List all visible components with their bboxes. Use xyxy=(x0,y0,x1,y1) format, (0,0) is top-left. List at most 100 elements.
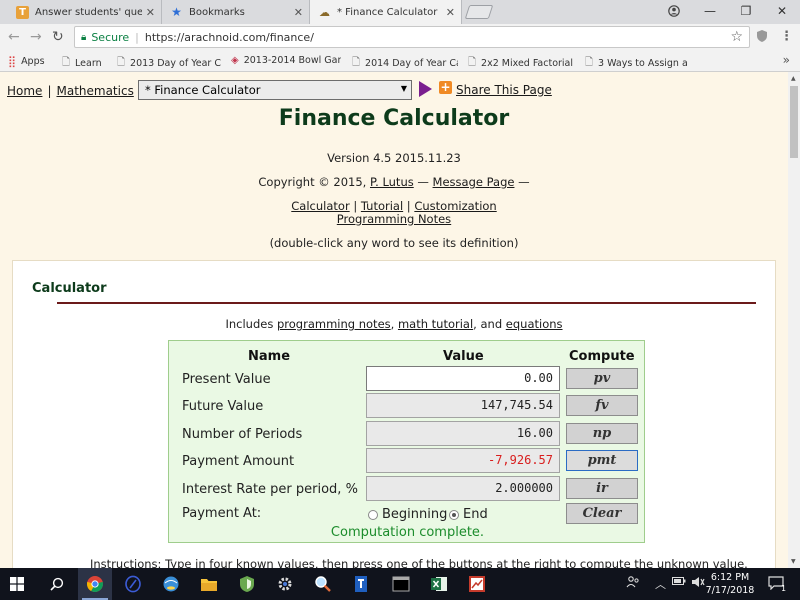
tab-title: Answer students' questio xyxy=(35,6,142,18)
divider: | xyxy=(135,30,139,44)
bookmark-label: Learn xyxy=(75,58,102,69)
app-red-chart-icon[interactable] xyxy=(460,568,494,600)
scroll-thumb[interactable] xyxy=(790,86,798,158)
payment-at-label: Payment At: xyxy=(182,506,262,521)
forward-icon[interactable]: → xyxy=(30,29,42,45)
tutorial-link[interactable]: Tutorial xyxy=(361,199,403,213)
clear-button[interactable]: Clear xyxy=(566,503,638,524)
message-page-link[interactable]: Message Page xyxy=(433,175,515,189)
programming-notes-link[interactable]: Programming Notes xyxy=(337,212,451,226)
tab-strip: T Answer students' questio ✕ ★ Bookmarks… xyxy=(0,0,800,24)
diamond-icon: ◈ xyxy=(231,55,239,66)
payment-amount-label: Payment Amount xyxy=(182,454,295,469)
app-shield-icon[interactable] xyxy=(230,568,264,600)
restore-icon[interactable]: ❐ xyxy=(728,0,764,22)
version-text: Version 4.5 2015.11.23 xyxy=(327,151,461,165)
equations-link[interactable]: equations xyxy=(506,317,563,331)
payment-end-radio[interactable]: End xyxy=(449,507,488,522)
app-orbit-icon[interactable] xyxy=(116,568,150,600)
bookmark-star-icon[interactable]: ☆ xyxy=(730,29,743,45)
bookmark-learn[interactable]: 🗋︎ Learn xyxy=(62,55,102,72)
payment-amount-input[interactable]: -7,926.57 xyxy=(366,448,560,473)
profile-icon[interactable] xyxy=(656,0,692,22)
terminal-icon[interactable] xyxy=(384,568,418,600)
close-icon[interactable]: ✕ xyxy=(446,6,455,19)
chrome-icon[interactable] xyxy=(78,568,112,600)
battery-icon[interactable] xyxy=(672,576,686,589)
magnifier-app-icon[interactable] xyxy=(306,568,340,600)
app-globe-icon[interactable] xyxy=(154,568,188,600)
more-bookmarks-icon[interactable]: » xyxy=(783,53,790,67)
url-text[interactable]: https://arachnoid.com/finance/ xyxy=(145,31,314,44)
excel-icon[interactable] xyxy=(422,568,456,600)
tray-overflow-chevron-icon[interactable]: ︿ xyxy=(655,576,666,592)
bookmark-2014-day-of-year[interactable]: 🗋︎ 2014 Day of Year Cal xyxy=(352,55,458,72)
page-select-dropdown[interactable]: * Finance Calculator ▼ xyxy=(138,80,412,100)
author-link[interactable]: P. Lutus xyxy=(370,175,414,189)
notification-count: 1 xyxy=(781,584,787,593)
web-page: Home | Mathematics | * Finance Calculato… xyxy=(0,72,788,568)
bookmark-label: Apps xyxy=(21,56,45,67)
people-icon[interactable] xyxy=(626,576,640,591)
present-value-label: Present Value xyxy=(182,372,271,387)
search-icon[interactable] xyxy=(40,568,74,600)
value-header: Value xyxy=(443,349,484,364)
bookmark-assign-d[interactable]: 🗋︎ 3 Ways to Assign a D xyxy=(585,55,691,72)
tab-answer-students[interactable]: T Answer students' questio ✕ xyxy=(8,0,162,24)
close-icon[interactable]: ✕ xyxy=(146,6,155,19)
copyright-line: Copyright © 2015, P. Lutus — Message Pag… xyxy=(0,175,788,189)
minimize-icon[interactable]: — xyxy=(692,0,728,22)
present-value-input[interactable]: 0.00 xyxy=(366,366,560,391)
reload-icon[interactable]: ↻ xyxy=(52,29,64,45)
back-icon[interactable]: ← xyxy=(8,29,20,45)
compute-pv-button[interactable]: pv xyxy=(566,368,638,389)
programming-notes-link[interactable]: programming notes xyxy=(277,317,391,331)
bookmark-2013-day-of-year[interactable]: 🗋︎ 2013 Day of Year Ca xyxy=(117,55,221,72)
app-gear-icon[interactable] xyxy=(268,568,302,600)
page-icon: 🗋︎ xyxy=(62,57,71,68)
interest-rate-input[interactable]: 2.000000 xyxy=(366,476,560,501)
scroll-up-icon[interactable]: ▲ xyxy=(791,75,796,82)
file-explorer-icon[interactable] xyxy=(192,568,226,600)
math-tutorial-link[interactable]: math tutorial xyxy=(398,317,473,331)
share-page-link[interactable]: Share This Page xyxy=(456,83,552,97)
compute-fv-button[interactable]: fv xyxy=(566,395,638,416)
compute-ir-button[interactable]: ir xyxy=(566,478,638,499)
home-link[interactable]: Home xyxy=(7,84,42,98)
bookmark-mixed-factorial[interactable]: 🗋︎ 2x2 Mixed Factorial xyxy=(468,55,574,72)
section-divider xyxy=(57,302,756,304)
calculator-link[interactable]: Calculator xyxy=(291,199,349,213)
doc-links: Calculator | Tutorial | Customization xyxy=(291,199,497,213)
compute-np-button[interactable]: np xyxy=(566,423,638,444)
system-clock[interactable]: 6:12 PM 7/17/2018 xyxy=(700,571,760,597)
close-icon[interactable]: ✕ xyxy=(294,6,303,19)
page-scrollbar[interactable]: ▲ ▼ xyxy=(788,72,800,568)
tab-finance-calculator[interactable]: ☁ * Finance Calculator ✕ xyxy=(310,0,462,24)
windows-start-icon[interactable] xyxy=(0,568,34,600)
app-blue-book-icon[interactable] xyxy=(344,568,378,600)
customization-link[interactable]: Customization xyxy=(414,199,496,213)
share-plus-icon[interactable]: + xyxy=(439,81,452,94)
payment-beginning-radio[interactable]: Beginning xyxy=(368,507,447,522)
tab-bookmarks[interactable]: ★ Bookmarks ✕ xyxy=(162,0,310,24)
address-bar[interactable]: 🔒︎ Secure | https://arachnoid.com/financ… xyxy=(74,26,750,48)
status-message: Computation complete. xyxy=(330,525,485,540)
radio-label: Beginning xyxy=(382,507,448,522)
page-icon: 🗋︎ xyxy=(117,57,126,68)
extension-icon[interactable] xyxy=(756,29,768,47)
window-close-icon[interactable]: ✕ xyxy=(764,0,800,22)
scroll-down-icon[interactable]: ▼ xyxy=(791,558,796,565)
bookmark-bowl-games[interactable]: ◈ 2013-2014 Bowl Gam xyxy=(231,55,341,66)
mathematics-link[interactable]: Mathematics xyxy=(56,84,133,98)
name-header: Name xyxy=(248,349,291,364)
go-arrow-icon[interactable] xyxy=(419,81,432,97)
compute-pmt-button[interactable]: pmt xyxy=(566,450,638,471)
bookmark-apps[interactable]: ⣿ Apps xyxy=(8,55,45,68)
tab-title: * Finance Calculator xyxy=(337,6,438,18)
new-tab-button[interactable] xyxy=(464,5,494,19)
menu-icon[interactable]: ⋮ xyxy=(780,29,793,44)
bookmarks-bar: ⣿ Apps 🗋︎ Learn 🗋︎ 2013 Day of Year Ca ◈… xyxy=(0,50,800,72)
number-of-periods-input[interactable]: 16.00 xyxy=(366,421,560,446)
future-value-input[interactable]: 147,745.54 xyxy=(366,393,560,418)
divider: | xyxy=(47,84,52,98)
